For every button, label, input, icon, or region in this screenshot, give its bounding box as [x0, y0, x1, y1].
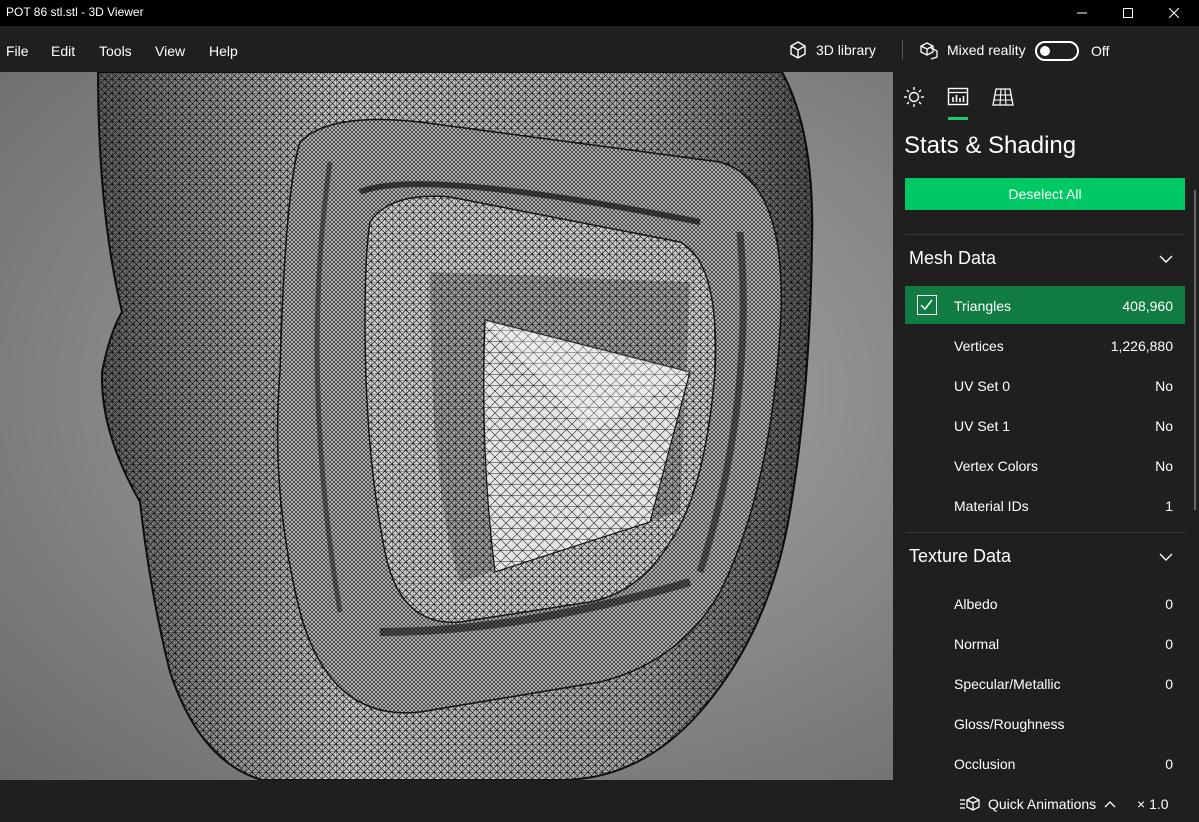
close-icon: [1169, 8, 1179, 18]
mixed-reality-button[interactable]: Mixed reality: [919, 36, 1026, 64]
row-value: No: [1155, 418, 1173, 434]
toggle-knob: [1040, 46, 1050, 56]
menu-view[interactable]: View: [155, 43, 185, 59]
row-label: Material IDs: [954, 498, 1029, 514]
minimize-icon: [1077, 12, 1087, 14]
close-button[interactable]: [1151, 0, 1197, 26]
toolbar-separator: [902, 40, 903, 60]
divider: [905, 234, 1185, 235]
row-value: No: [1155, 458, 1173, 474]
chevron-up-icon: [1104, 801, 1116, 808]
row-label: UV Set 1: [954, 418, 1011, 434]
mesh-row-uv-set-1[interactable]: UV Set 1 No: [905, 406, 1185, 444]
cube-icon: [790, 41, 806, 59]
texture-row-albedo[interactable]: Albedo 0: [905, 584, 1185, 622]
row-label: Occlusion: [954, 756, 1016, 772]
mesh-model: [96, 72, 814, 780]
stats-chart-icon: [947, 87, 969, 106]
window-title: POT 86 stl.stl - 3D Viewer: [6, 5, 144, 19]
active-tab-indicator: [948, 117, 968, 120]
maximize-button[interactable]: [1105, 0, 1151, 26]
mesh-row-triangles[interactable]: Triangles 408,960: [905, 286, 1185, 324]
panel-scrollbar[interactable]: [1194, 190, 1196, 510]
minimize-button[interactable]: [1059, 0, 1105, 26]
row-label: Specular/Metallic: [954, 676, 1061, 692]
row-label: Vertices: [954, 338, 1004, 354]
chevron-down-icon[interactable]: [1159, 553, 1173, 562]
texture-row-specular-metallic[interactable]: Specular/Metallic 0: [905, 664, 1185, 702]
grid-icon: [992, 88, 1014, 106]
mesh-row-uv-set-0[interactable]: UV Set 0 No: [905, 366, 1185, 404]
triangles-checkbox[interactable]: [917, 295, 937, 315]
mesh-data-header[interactable]: Mesh Data: [909, 248, 996, 269]
mixed-reality-toggle[interactable]: [1035, 41, 1079, 61]
row-value: No: [1155, 378, 1173, 394]
quick-animations-button[interactable]: Quick Animations: [960, 796, 1124, 812]
maximize-icon: [1123, 8, 1133, 18]
title-bar: POT 86 stl.stl - 3D Viewer: [0, 0, 1199, 26]
tab-stats[interactable]: [947, 86, 969, 108]
mesh-row-vertices[interactable]: Vertices 1,226,880: [905, 326, 1185, 364]
row-label: UV Set 0: [954, 378, 1011, 394]
menu-tools[interactable]: Tools: [99, 43, 132, 59]
texture-row-occlusion[interactable]: Occlusion 0: [905, 744, 1185, 780]
panel-title: Stats & Shading: [904, 132, 1077, 159]
menu-file[interactable]: File: [6, 43, 29, 59]
3d-library-button[interactable]: 3D library: [788, 36, 876, 64]
row-label: Normal: [954, 636, 1000, 652]
row-value: 1,226,880: [1110, 338, 1173, 354]
animation-icon: [960, 796, 980, 811]
mesh-row-vertex-colors[interactable]: Vertex Colors No: [905, 446, 1185, 484]
row-value: 408,960: [1122, 298, 1173, 314]
mesh-row-material-ids[interactable]: Material IDs 1: [905, 486, 1185, 524]
row-value: 0: [1165, 596, 1173, 612]
texture-data-header[interactable]: Texture Data: [909, 546, 1011, 567]
deselect-all-button[interactable]: Deselect All: [905, 178, 1185, 210]
chevron-down-icon[interactable]: [1159, 255, 1173, 264]
quick-animations-label: Quick Animations: [988, 796, 1097, 812]
row-value: 1: [1165, 498, 1173, 514]
texture-row-gloss-roughness[interactable]: Gloss/Roughness: [905, 704, 1185, 742]
tab-grid[interactable]: [992, 86, 1014, 108]
checkmark-icon: [920, 299, 933, 311]
menu-help[interactable]: Help: [209, 43, 238, 59]
bottom-bar: Quick Animations × 1.0: [0, 780, 1199, 822]
row-value: 0: [1165, 636, 1173, 652]
mixed-reality-label: Mixed reality: [947, 42, 1026, 58]
texture-row-normal[interactable]: Normal 0: [905, 624, 1185, 662]
3d-library-label: 3D library: [816, 42, 876, 58]
row-label: Vertex Colors: [954, 458, 1039, 474]
mixed-reality-icon: [920, 42, 938, 60]
sun-icon: [904, 87, 924, 107]
row-label: Albedo: [954, 596, 998, 612]
row-label: Triangles: [954, 298, 1012, 314]
mixed-reality-state: Off: [1091, 43, 1110, 59]
row-label: Gloss/Roughness: [954, 716, 1065, 732]
3d-viewport[interactable]: [0, 72, 893, 780]
menu-edit[interactable]: Edit: [51, 43, 75, 59]
stats-panel: Stats & Shading Deselect All Mesh Data T…: [893, 72, 1199, 780]
animation-speed[interactable]: × 1.0: [1137, 796, 1169, 812]
menu-bar: File Edit Tools View Help 3D library Mix…: [0, 26, 1199, 72]
row-value: 0: [1165, 676, 1173, 692]
row-value: 0: [1165, 756, 1173, 772]
divider: [905, 532, 1185, 533]
tab-lighting[interactable]: [903, 86, 925, 108]
